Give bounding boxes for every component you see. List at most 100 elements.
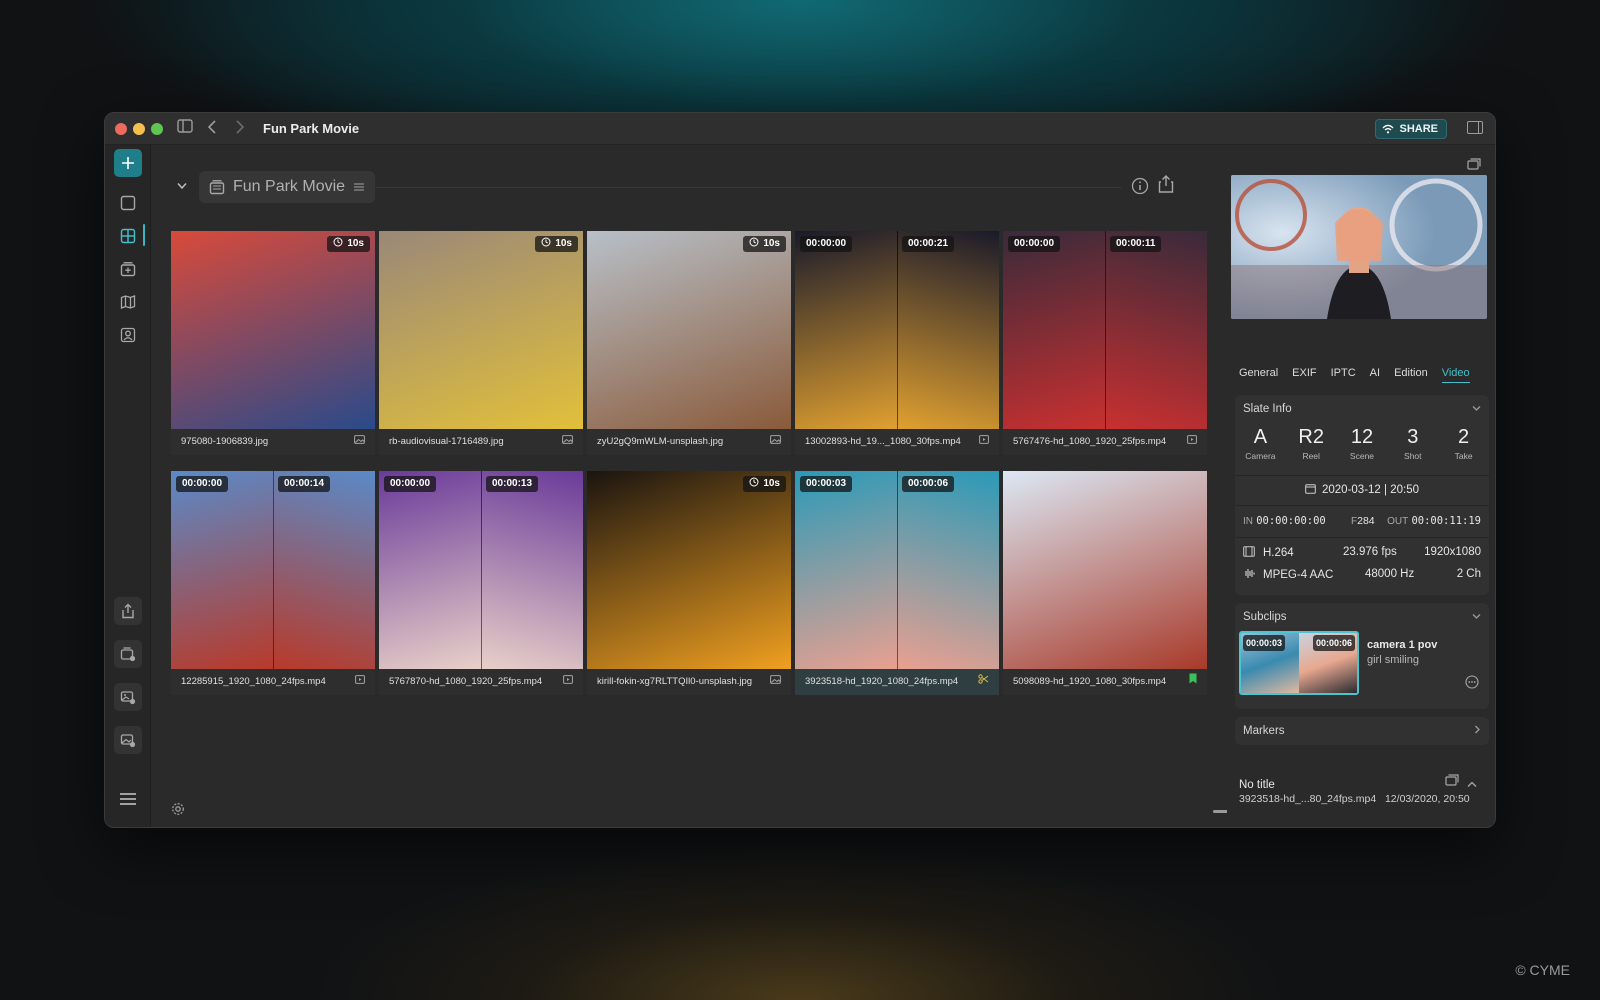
media-thumbnail[interactable]: 10s	[587, 471, 791, 669]
settings-gear-icon[interactable]	[171, 802, 185, 819]
single-view-icon[interactable]	[114, 189, 142, 217]
media-thumbnail[interactable]: 00:00:00 00:00:11	[1003, 231, 1207, 429]
slate-label: Scene	[1349, 451, 1375, 461]
slate-datetime: 2020-03-12 | 20:50	[1322, 484, 1419, 496]
chevron-down-icon[interactable]	[1472, 403, 1481, 415]
file-name: 3923518-hd_...80_24fps.mp4	[1239, 793, 1377, 805]
media-card[interactable]: 5098089-hd_1920_1080_30fps.mp4	[1003, 471, 1207, 695]
share-button[interactable]: SHARE	[1375, 119, 1447, 139]
tab-video[interactable]: Video	[1441, 367, 1470, 383]
media-card[interactable]: 10s zyU2gQ9mWLM-unsplash.jpg	[587, 231, 791, 455]
thumbnail-frame-in	[379, 471, 481, 669]
image-icon	[562, 429, 573, 455]
minimize-window-button[interactable]	[133, 123, 145, 135]
share-export-icon[interactable]	[1157, 174, 1175, 199]
collection-title-pill[interactable]: Fun Park Movie	[199, 171, 376, 203]
slate-label: Shot	[1404, 451, 1422, 461]
scissors-icon	[978, 669, 989, 695]
out-label: OUT	[1387, 516, 1409, 527]
sidebar-toggle-icon[interactable]	[177, 119, 193, 139]
media-card[interactable]: 00:00:00 00:00:13 5767870-hd_1080_1920_25f…	[379, 471, 583, 695]
import-media-icon[interactable]	[114, 640, 142, 668]
media-card[interactable]: 10s kirill-fokin-xg7RLTTQIl0-unsplash.jpg	[587, 471, 791, 695]
media-card[interactable]: 00:00:00 00:00:14 12285915_1920_1080_24fps…	[171, 471, 375, 695]
media-thumbnail[interactable]: 10s	[171, 231, 375, 429]
subclip-thumbnail[interactable]: 00:00:03 00:00:06	[1239, 631, 1359, 695]
media-card[interactable]: 00:00:00 00:00:11 5767476-hd_1080_1920_25f…	[1003, 231, 1207, 455]
tab-general[interactable]: General	[1239, 367, 1278, 383]
subclips-section: Subclips 00:00:03 00:00:06 camera 1 pov …	[1235, 603, 1489, 709]
subclip-name: camera 1 pov	[1367, 639, 1438, 651]
film-icon	[1243, 546, 1255, 557]
media-thumbnail[interactable]: 00:00:03 00:00:06	[795, 471, 999, 669]
export-icon[interactable]	[114, 597, 142, 625]
menu-icon[interactable]	[114, 785, 142, 813]
media-thumbnail[interactable]: 00:00:00 00:00:14	[171, 471, 375, 669]
image-icon	[770, 669, 781, 695]
media-thumbnail[interactable]: 10s	[587, 231, 791, 429]
media-caption: kirill-fokin-xg7RLTTQIl0-unsplash.jpg	[587, 669, 791, 695]
add-to-album-icon[interactable]	[114, 255, 142, 283]
media-card[interactable]: 00:00:00 00:00:21 13002893-hd_19..._1080_3…	[795, 231, 999, 455]
grid-view-icon[interactable]	[114, 222, 142, 250]
tab-exif[interactable]: EXIF	[1292, 367, 1316, 383]
back-arrow-icon[interactable]	[207, 119, 217, 141]
inspector-tabs: General EXIF IPTC AI Edition Video	[1239, 367, 1484, 383]
media-card[interactable]: 10s 975080-1906839.jpg	[171, 231, 375, 455]
media-filename: 975080-1906839.jpg	[181, 436, 269, 447]
media-card[interactable]: 00:00:03 00:00:06 3923518-hd_1920_1080_24f…	[795, 471, 999, 695]
waveform-icon	[1245, 569, 1255, 578]
copyright-text: © CYME	[1515, 962, 1570, 978]
tab-ai[interactable]: AI	[1370, 367, 1380, 383]
map-icon[interactable]	[114, 288, 142, 316]
tab-edition[interactable]: Edition	[1394, 367, 1428, 383]
media-caption: zyU2gQ9mWLM-unsplash.jpg	[587, 429, 791, 455]
duration-text: 10s	[763, 238, 780, 249]
chevron-up-icon[interactable]	[1467, 775, 1477, 793]
detach-icon[interactable]	[1445, 773, 1459, 791]
chevron-down-icon[interactable]	[1472, 611, 1481, 623]
zoom-window-button[interactable]	[151, 123, 163, 135]
forward-arrow-icon[interactable]	[235, 119, 245, 141]
media-thumbnail[interactable]	[1003, 471, 1207, 669]
inspector-toggle-icon[interactable]	[1467, 121, 1483, 134]
wifi-icon	[1383, 124, 1394, 134]
markers-section[interactable]: Markers	[1235, 717, 1489, 745]
collapse-chevron-icon[interactable]	[177, 178, 187, 193]
f-value: 284	[1357, 515, 1375, 527]
info-icon[interactable]	[1131, 177, 1149, 200]
slate-reel: R2 Reel	[1286, 425, 1336, 461]
media-card[interactable]: 10s rb-audiovisual-1716489.jpg	[379, 231, 583, 455]
chevron-right-icon[interactable]	[1474, 725, 1481, 737]
timecode-out-badge: 00:00:06	[902, 476, 955, 492]
add-folder-icon[interactable]	[114, 726, 142, 754]
add-button[interactable]	[114, 149, 142, 177]
people-icon[interactable]	[114, 321, 142, 349]
media-thumbnail[interactable]: 00:00:00 00:00:13	[379, 471, 583, 669]
thumbnail-image	[1003, 471, 1207, 669]
media-thumbnail[interactable]: 10s	[379, 231, 583, 429]
slate-value: 2	[1458, 426, 1470, 448]
media-filename: rb-audiovisual-1716489.jpg	[389, 436, 504, 447]
more-options-icon[interactable]	[1465, 675, 1479, 694]
close-window-button[interactable]	[115, 123, 127, 135]
thumbnail-image	[379, 231, 583, 429]
tab-iptc[interactable]: IPTC	[1331, 367, 1356, 383]
duration-text: 10s	[347, 238, 364, 249]
list-menu-icon[interactable]	[353, 182, 365, 192]
detach-preview-icon[interactable]	[1467, 157, 1481, 175]
browser-area: Fun Park Movie 10s 975080-1906839.jpg 10s r…	[151, 145, 1299, 827]
clock-icon	[541, 237, 555, 249]
duration-badge: 10s	[743, 236, 786, 252]
slate-take: 2 Take	[1439, 425, 1489, 461]
subclips-title: Subclips	[1243, 611, 1287, 623]
subclip-description: girl smiling	[1367, 654, 1419, 666]
media-thumbnail[interactable]: 00:00:00 00:00:21	[795, 231, 999, 429]
bookmark-icon	[1189, 669, 1197, 695]
add-photos-icon[interactable]	[114, 683, 142, 711]
preview-image[interactable]	[1231, 175, 1487, 319]
clock-icon	[749, 237, 763, 249]
file-info: 3923518-hd_...80_24fps.mp4 12/03/2020, 2…	[1239, 793, 1470, 805]
duration-badge: 10s	[535, 236, 578, 252]
slate-label: Take	[1454, 451, 1473, 461]
